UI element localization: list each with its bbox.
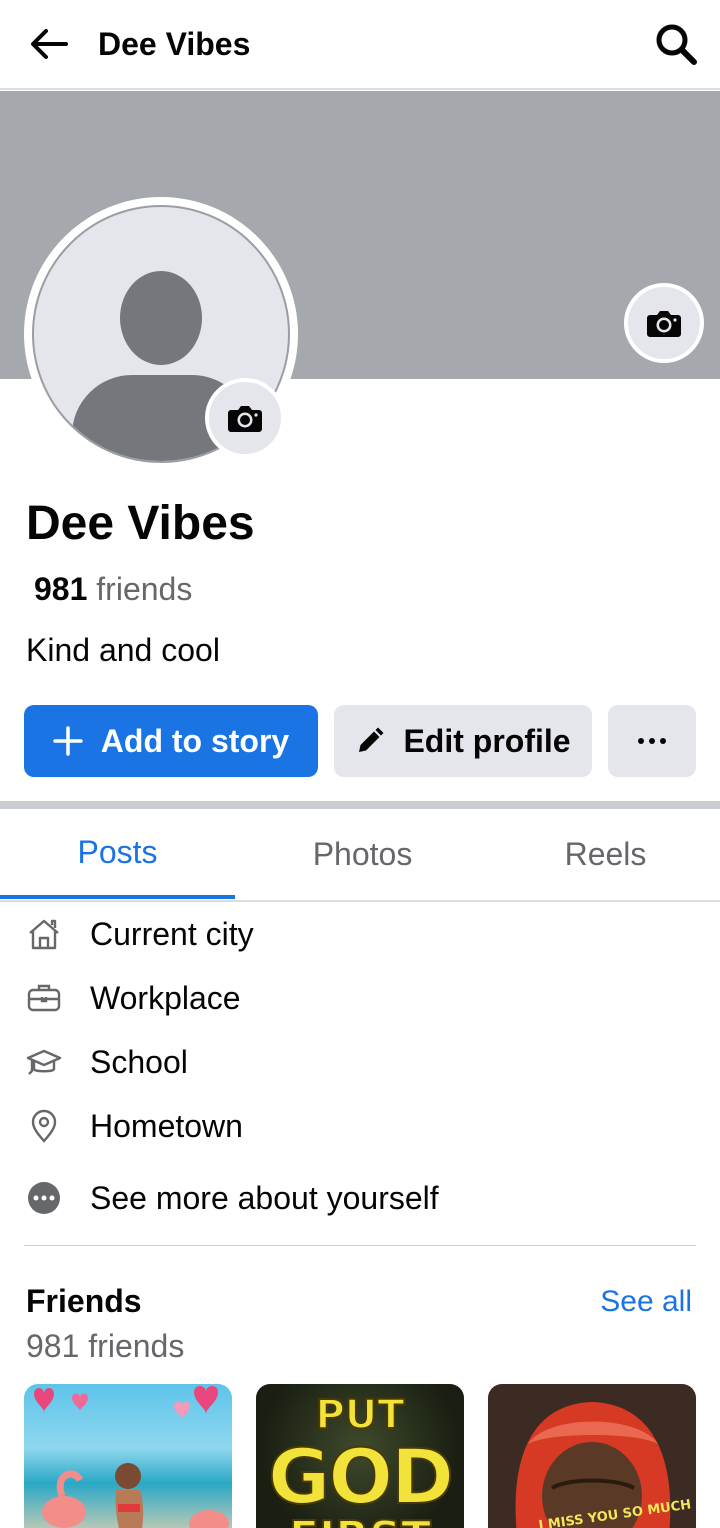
friend-tile[interactable]: I MISS YOU SO MUCH [488,1384,696,1528]
more-dots-icon [638,738,666,744]
tab-reels[interactable]: Reels [488,809,720,899]
friend-photo-beach [34,1386,229,1528]
about-item-label: Hometown [90,1108,243,1144]
edit-profile-picture-button[interactable] [205,378,285,458]
poster-text-line: GOD [267,1431,455,1522]
about-item-school[interactable]: School [0,1032,720,1092]
friends-count: 981 [34,571,88,607]
arrow-left-icon [31,29,68,59]
more-options-button[interactable] [608,705,696,777]
back-button[interactable] [22,18,74,70]
edit-profile-label: Edit profile [403,722,571,759]
friends-section-title: Friends [26,1283,142,1319]
graduation-cap-icon [24,1042,64,1082]
more-dots-circle-icon [24,1178,64,1218]
about-item-hometown[interactable]: Hometown [0,1096,720,1156]
tab-photos[interactable]: Photos [245,809,480,899]
search-button[interactable] [650,18,702,70]
top-app-bar: Dee Vibes [0,0,720,90]
search-icon [656,24,697,65]
about-item-label: School [90,1044,188,1080]
home-icon [24,914,64,954]
add-to-story-label: Add to story [100,722,290,759]
camera-icon [228,406,262,432]
divider [24,1245,696,1246]
profile-name: Dee Vibes [26,497,255,550]
friends-word: friends [96,571,193,607]
friends-count-line[interactable]: 981 friends [34,569,192,609]
about-item-label: See more about yourself [90,1180,439,1216]
friends-section-count: 981 friends [26,1328,185,1364]
location-pin-icon [24,1106,64,1146]
plus-icon [53,726,83,756]
avatar-head [120,271,202,365]
camera-icon [647,311,681,337]
about-item-label: Current city [90,916,254,952]
briefcase-icon [24,978,64,1018]
about-item-see-more[interactable]: See more about yourself [0,1168,720,1228]
add-to-story-button[interactable]: Add to story [24,705,318,777]
about-item-workplace[interactable]: Workplace [0,968,720,1028]
edit-profile-button[interactable]: Edit profile [334,705,592,777]
tab-posts[interactable]: Posts [0,809,235,899]
see-all-friends-link[interactable]: See all [600,1282,692,1322]
friend-tile[interactable]: PUT GOD FIRST [256,1384,464,1528]
friend-tile[interactable] [24,1384,232,1528]
section-divider [0,801,720,809]
poster-text-line: FIRST [256,1511,464,1528]
profile-tabs: Posts Photos Reels [0,809,720,902]
edit-cover-photo-button[interactable] [624,283,704,363]
about-item-current-city[interactable]: Current city [0,904,720,964]
page-title: Dee Vibes [98,26,251,62]
profile-bio: Kind and cool [26,632,220,668]
pencil-icon [355,726,385,756]
about-item-label: Workplace [90,980,241,1016]
